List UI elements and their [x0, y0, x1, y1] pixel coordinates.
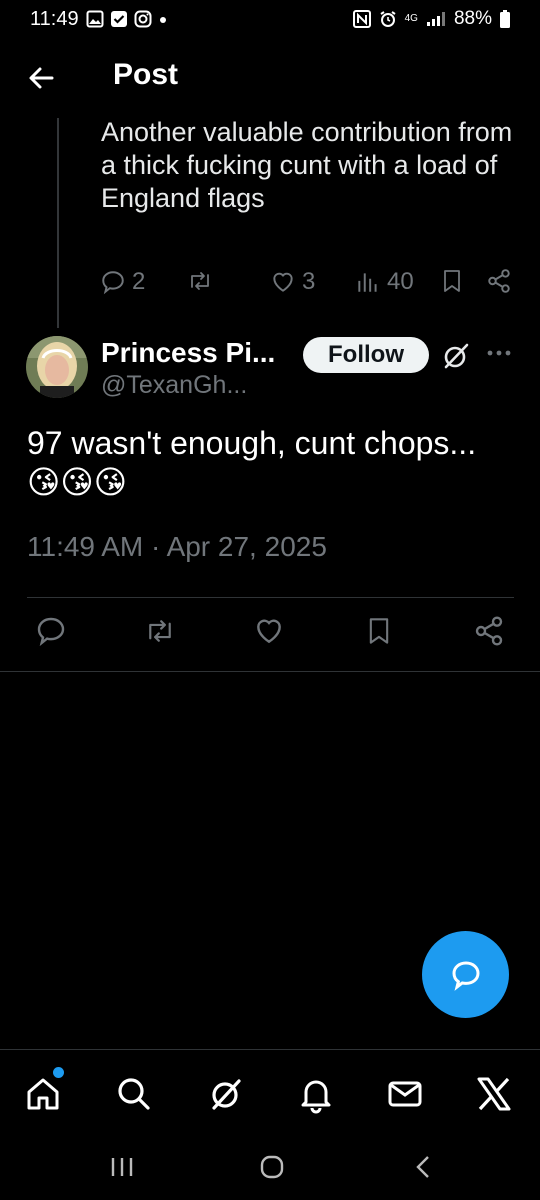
user-handle[interactable]: @TexanGh...: [101, 371, 247, 400]
nav-x[interactable]: [472, 1072, 516, 1116]
views-icon: [358, 273, 377, 292]
bookmark-button[interactable]: [440, 268, 464, 294]
like-count: 3: [302, 268, 316, 295]
checkbox-icon: [111, 11, 127, 27]
compose-reply-button[interactable]: [422, 931, 509, 1018]
signal-icon: [426, 12, 445, 26]
home-circle-icon: [260, 1155, 284, 1179]
heart-icon: [257, 619, 281, 644]
nav-messages[interactable]: [383, 1072, 427, 1116]
search-icon: [118, 1078, 150, 1110]
system-navigation-bar: [0, 1139, 540, 1200]
arrow-left-icon: [29, 67, 54, 89]
alarm-icon: [380, 11, 396, 27]
recents-icon: [111, 1158, 133, 1176]
share-button[interactable]: [486, 268, 512, 294]
grok-icon: [212, 1079, 241, 1110]
more-options-button[interactable]: [486, 343, 512, 363]
reply-button[interactable]: [35, 615, 67, 647]
heart-icon: [273, 272, 293, 292]
bottom-navigation: [0, 1049, 540, 1140]
tweet-actions: [27, 615, 514, 655]
display-name[interactable]: Princess Pi...: [101, 337, 275, 369]
views-button[interactable]: 40: [355, 268, 414, 296]
repost-button[interactable]: [186, 268, 214, 294]
home-system-button[interactable]: [258, 1153, 286, 1181]
view-count: 40: [387, 268, 414, 295]
like-button[interactable]: 3: [270, 268, 315, 296]
battery-percent: 88%: [453, 8, 492, 29]
reply-icon: [37, 617, 65, 647]
back-button[interactable]: [22, 60, 62, 96]
battery-icon: [500, 10, 510, 28]
grok-icon: [444, 343, 469, 369]
like-button[interactable]: [253, 615, 285, 647]
thread-line: [57, 118, 59, 328]
tweet-timestamp[interactable]: 11:49 AM · Apr 27, 2025: [27, 531, 327, 563]
status-system-icons: 4G 88%: [352, 8, 510, 30]
status-bar: 11:49 4G 88%: [0, 0, 540, 40]
recents-button[interactable]: [108, 1153, 136, 1181]
status-notification-icons: [86, 10, 168, 28]
repost-icon: [191, 272, 209, 290]
follow-button[interactable]: Follow: [303, 337, 429, 373]
bookmark-icon: [444, 270, 460, 292]
gallery-icon: [86, 10, 104, 28]
instagram-icon: [134, 10, 152, 28]
notification-dot: [53, 1067, 64, 1078]
repost-icon: [149, 620, 171, 642]
reply-count: 2: [132, 268, 146, 295]
dot-icon: [160, 17, 166, 23]
tweet-text: 97 wasn't enough, cunt chops...😘😘😘: [27, 425, 477, 500]
chevron-left-icon: [416, 1156, 429, 1178]
back-system-button[interactable]: [410, 1153, 438, 1181]
share-button[interactable]: [473, 615, 505, 647]
share-icon: [475, 616, 503, 646]
grok-button[interactable]: [440, 340, 472, 372]
repost-button[interactable]: [143, 615, 177, 647]
parent-tweet-actions: 2 3 40: [100, 268, 520, 304]
nav-notifications[interactable]: [294, 1072, 338, 1116]
x-logo-icon: [477, 1077, 511, 1111]
notifications-icon: [301, 1080, 331, 1114]
bookmark-icon: [369, 618, 389, 644]
status-time: 11:49: [30, 8, 79, 30]
home-icon: [27, 1078, 59, 1110]
reply-plus-icon: [451, 960, 480, 991]
divider: [0, 671, 540, 672]
share-icon: [488, 269, 510, 293]
bookmark-button[interactable]: [365, 615, 393, 647]
nav-grok[interactable]: [204, 1072, 248, 1116]
page-title: Post: [113, 58, 179, 91]
network-type: 4G: [404, 13, 418, 24]
nav-home[interactable]: [21, 1072, 65, 1116]
avatar[interactable]: [26, 336, 88, 398]
nav-search[interactable]: [112, 1072, 156, 1116]
parent-tweet-text[interactable]: Another valuable contribution from a thi…: [101, 116, 521, 215]
divider: [27, 597, 514, 598]
nfc-icon: [352, 10, 371, 28]
messages-icon: [388, 1081, 422, 1107]
reply-icon: [102, 271, 124, 295]
avatar-image: [26, 336, 88, 398]
top-header: Post: [0, 40, 540, 114]
reply-button[interactable]: 2: [100, 268, 145, 296]
more-icon: [487, 350, 511, 356]
